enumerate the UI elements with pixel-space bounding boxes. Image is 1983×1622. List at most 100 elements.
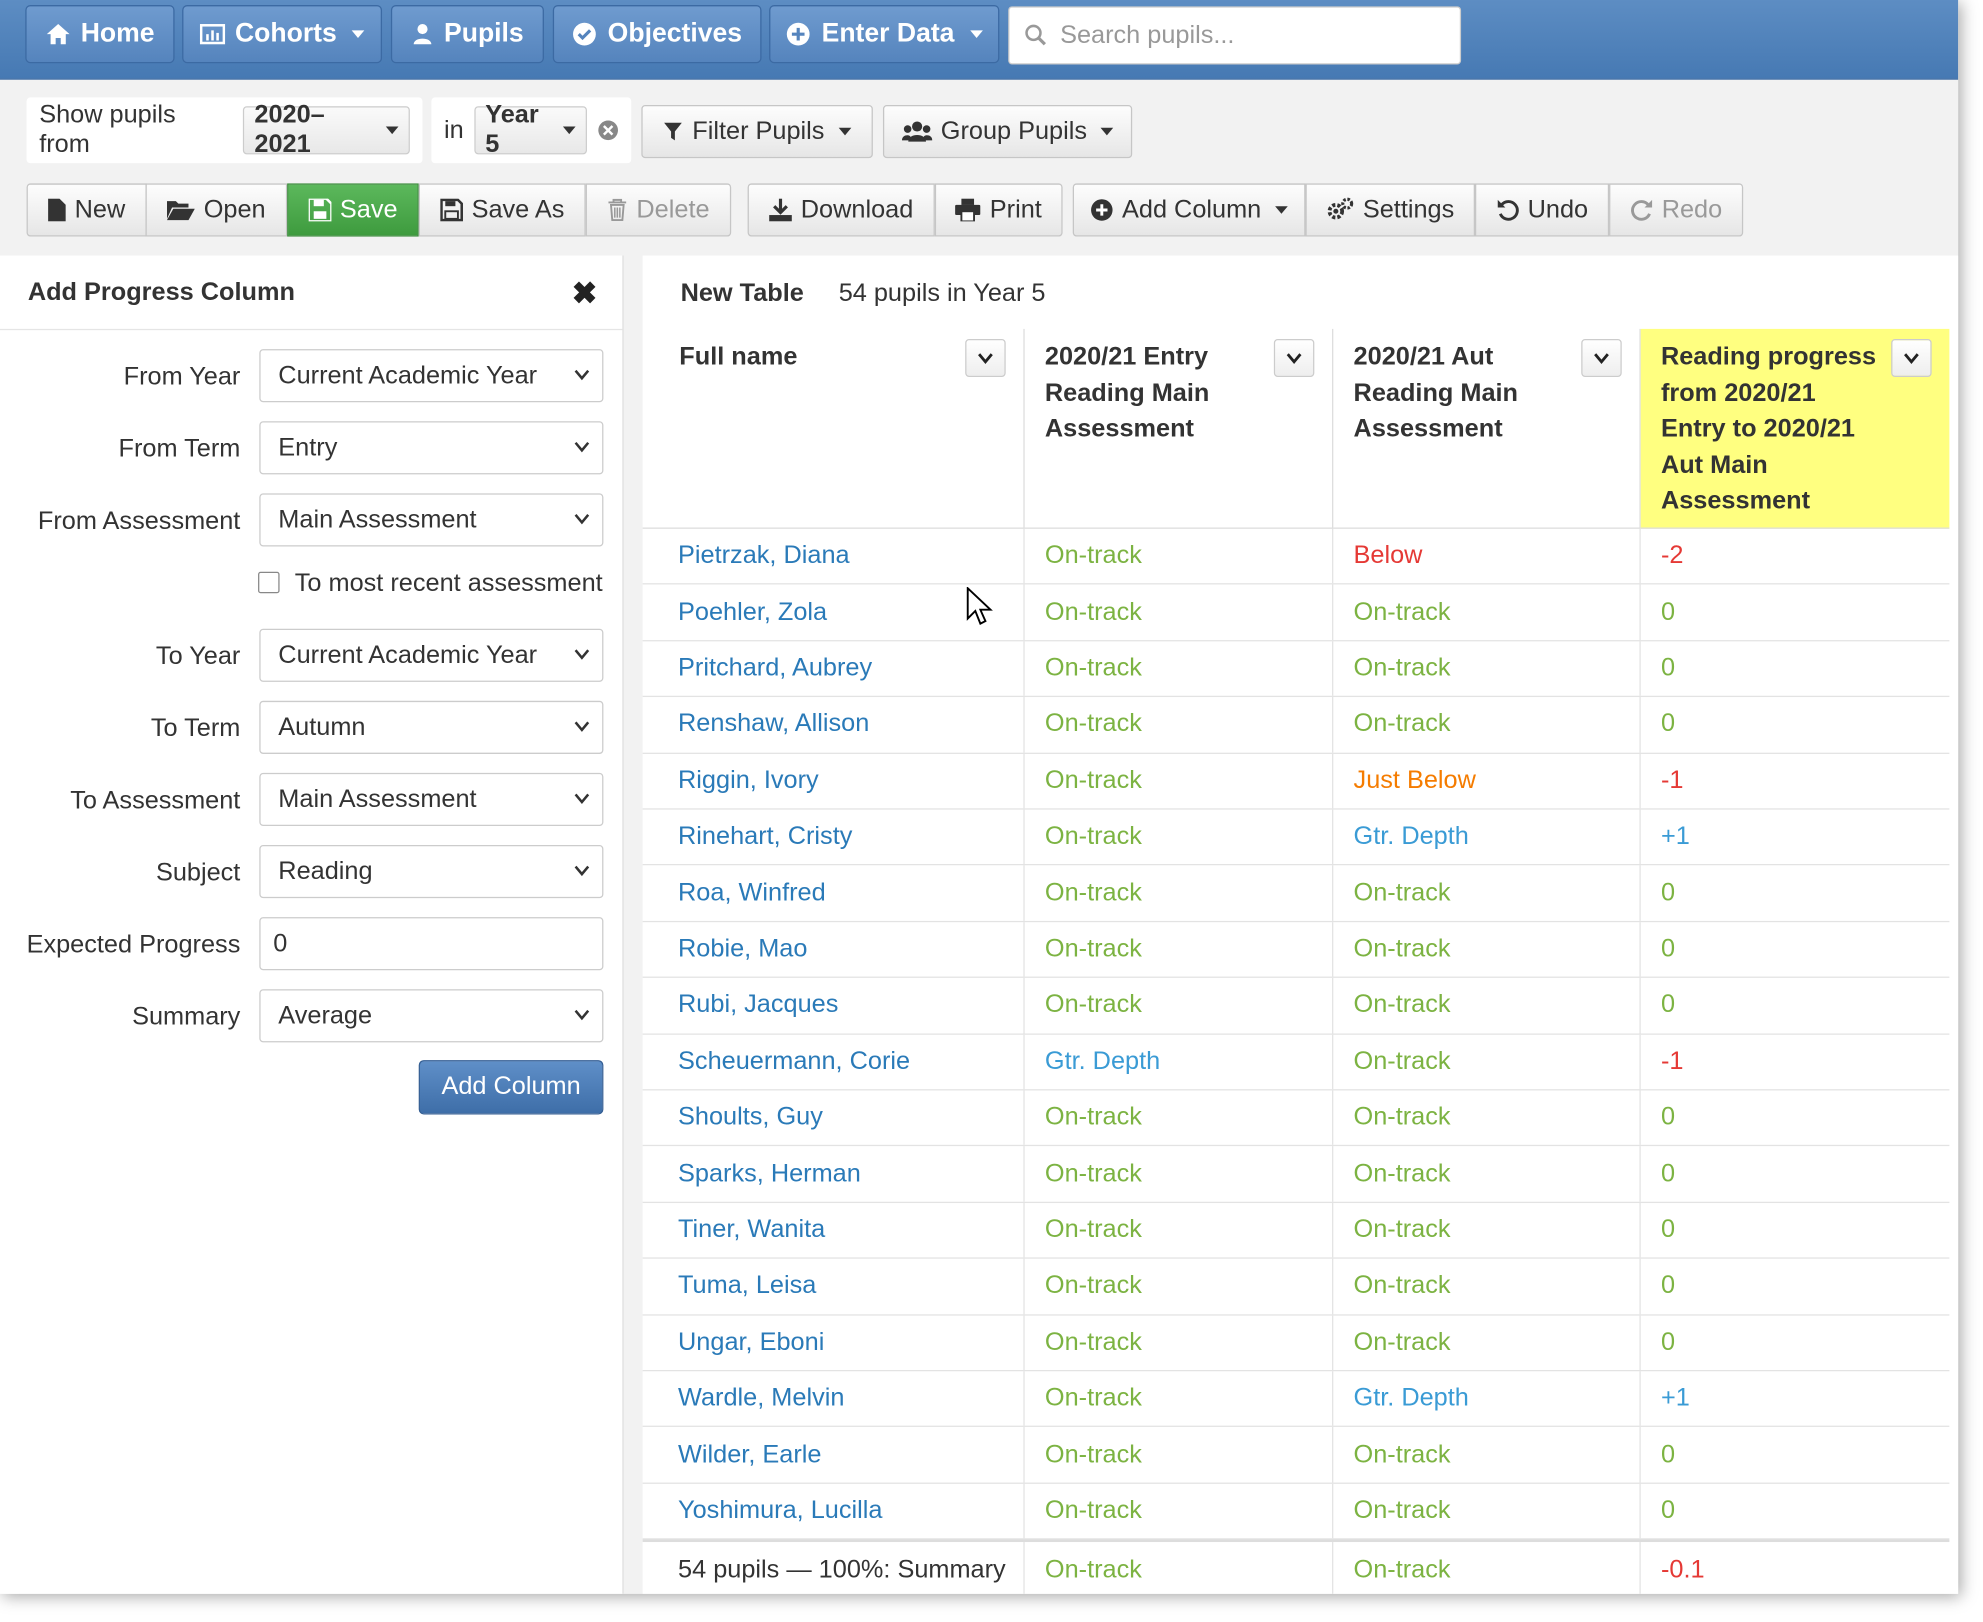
from-year-select[interactable]: Current Academic Year <box>259 349 604 403</box>
column-menu-button[interactable] <box>1581 339 1622 377</box>
year-range-select[interactable]: 2020–2021 <box>243 101 410 158</box>
entry-status-cell: On-track <box>1025 1202 1334 1258</box>
subject-select[interactable]: Reading <box>259 845 604 899</box>
floppy-disk-icon <box>439 198 463 222</box>
progress-cell-text: 0 <box>1660 878 1676 907</box>
progress-cell: 0 <box>1641 1203 1950 1258</box>
pupil-name-link[interactable]: Sparks, Herman <box>643 1146 1025 1202</box>
save-as-button[interactable]: Save As <box>418 183 586 237</box>
expected-progress-input[interactable]: 0 <box>259 917 604 971</box>
aut-status-cell: On-track <box>1333 1483 1641 1539</box>
column-menu-button[interactable] <box>965 339 1006 377</box>
year-group-select[interactable]: Year 5 <box>473 101 587 158</box>
pupil-name-link[interactable]: Tiner, Wanita <box>643 1202 1025 1258</box>
pupil-name-link[interactable]: Pietrzak, Diana <box>643 528 1025 584</box>
nav-objectives-button[interactable]: Objectives <box>552 5 762 64</box>
close-icon[interactable]: ✖ <box>572 276 597 313</box>
entry-status-cell-text: On-track <box>1044 1159 1142 1188</box>
check-circle-icon <box>573 22 597 46</box>
to-assessment-select[interactable]: Main Assessment <box>259 772 604 827</box>
pupil-name-link[interactable]: Yoshimura, Lucilla <box>643 1483 1025 1539</box>
chevron-down-icon <box>574 1009 590 1021</box>
filter-pupils-button[interactable]: Filter Pupils <box>641 104 873 159</box>
group-pupils-button[interactable]: Group Pupils <box>882 104 1133 159</box>
aut-status-cell: On-track <box>1333 921 1641 977</box>
progress-cell: -1 <box>1641 1034 1950 1089</box>
add-column-button[interactable]: Add Column <box>1072 183 1306 237</box>
settings-button[interactable]: Settings <box>1305 183 1475 237</box>
aut-status-cell: Below <box>1333 528 1641 584</box>
entry-status-cell: On-track <box>1025 865 1334 921</box>
chevron-down-icon <box>574 369 590 381</box>
search-input[interactable] <box>1057 19 1443 52</box>
table-row: Ungar, Eboni On-track On-track 0 <box>642 1315 1950 1372</box>
pupil-name-link[interactable]: Pritchard, Aubrey <box>643 641 1025 696</box>
print-button[interactable]: Print <box>934 183 1063 237</box>
nav-enter-data-button[interactable]: Enter Data <box>769 5 1000 64</box>
most-recent-checkbox[interactable] <box>258 571 280 594</box>
pupil-name-link[interactable]: Scheuermann, Corie <box>643 1034 1025 1090</box>
pupil-name-link[interactable]: Rinehart, Cristy <box>643 809 1025 865</box>
to-term-select[interactable]: Autumn <box>259 700 604 754</box>
undo-button[interactable]: Undo <box>1474 183 1610 237</box>
pupil-name-link[interactable]: Ungar, Eboni <box>643 1315 1025 1370</box>
year-group-value: Year 5 <box>485 101 539 159</box>
to-year-label: To Year <box>155 642 241 671</box>
delete-button[interactable]: Delete <box>585 183 732 237</box>
pupil-name-link[interactable]: Tuma, Leisa <box>643 1258 1025 1314</box>
filter-icon <box>664 122 683 141</box>
open-button[interactable]: Open <box>145 183 288 237</box>
summary-progress-cell-text: -0.1 <box>1660 1556 1705 1585</box>
progress-cell-text: 0 <box>1660 1215 1676 1244</box>
pupil-name-link[interactable]: Rubi, Jacques <box>643 978 1025 1033</box>
aut-status-cell: On-track <box>1333 1146 1641 1202</box>
column-menu-button[interactable] <box>1273 339 1315 377</box>
chevron-down-icon <box>978 353 993 364</box>
entry-status-cell-text: On-track <box>1044 597 1142 626</box>
nav-cohorts-button[interactable]: Cohorts <box>182 5 383 64</box>
from-assessment-select[interactable]: Main Assessment <box>259 493 604 547</box>
add-column-submit-button[interactable]: Add Column <box>418 1060 604 1115</box>
column-header-entry: 2020/21 Entry Reading Main Assessment <box>1024 328 1334 529</box>
nav-pupils-button[interactable]: Pupils <box>390 5 544 64</box>
to-year-select[interactable]: Current Academic Year <box>259 628 604 682</box>
summary-select[interactable]: Average <box>259 989 604 1043</box>
pupil-name-link-text: Wardle, Melvin <box>678 1384 845 1412</box>
nav-home-button[interactable]: Home <box>25 5 175 64</box>
progress-cell: -1 <box>1641 753 1950 808</box>
pupil-name-link-text: Wilder, Earle <box>678 1440 822 1469</box>
nav-enter-data-label: Enter Data <box>821 18 955 49</box>
column-menu-button[interactable] <box>1891 339 1932 377</box>
summary-label-cell: 54 pupils — 100%: Summary <box>643 1542 1025 1594</box>
chevron-down-icon <box>574 649 590 660</box>
aut-status-cell: On-track <box>1333 1315 1641 1370</box>
pupil-name-link[interactable]: Riggin, Ivory <box>643 753 1025 809</box>
entry-status-cell: On-track <box>1025 753 1334 809</box>
new-button[interactable]: New <box>26 183 147 237</box>
pupil-name-link[interactable]: Wardle, Melvin <box>643 1371 1025 1427</box>
aut-status-cell-text: On-track <box>1353 878 1451 907</box>
entry-status-cell-text: On-track <box>1044 822 1142 851</box>
table-row: Robie, Mao On-track On-track 0 <box>642 921 1950 979</box>
redo-button[interactable]: Redo <box>1609 183 1744 237</box>
panel-header: Add Progress Column ✖ <box>0 256 623 331</box>
clear-icon[interactable] <box>596 119 618 142</box>
table-row: Wilder, Earle On-track On-track 0 <box>642 1427 1950 1484</box>
entry-status-cell: On-track <box>1025 809 1334 865</box>
pupil-name-link[interactable]: Wilder, Earle <box>643 1427 1025 1483</box>
entry-status-cell: Gtr. Depth <box>1025 1034 1334 1090</box>
save-button[interactable]: Save <box>287 183 419 237</box>
chevron-down-icon <box>574 865 590 877</box>
column-header-label: 2020/21 Aut Reading Main Assessment <box>1353 342 1519 443</box>
pupil-name-link[interactable]: Roa, Winfred <box>643 865 1025 921</box>
download-button[interactable]: Download <box>747 183 935 237</box>
pupil-name-link[interactable]: Robie, Mao <box>643 921 1025 977</box>
entry-status-cell-text: On-track <box>1044 1271 1142 1300</box>
pupil-name-link[interactable]: Renshaw, Allison <box>643 697 1025 753</box>
pupil-name-link[interactable]: Shoults, Guy <box>643 1090 1025 1146</box>
aut-status-cell-text: On-track <box>1353 653 1451 682</box>
from-term-select[interactable]: Entry <box>259 421 604 475</box>
table-subtitle: 54 pupils in Year 5 <box>838 279 1046 308</box>
entry-status-cell-text: On-track <box>1044 990 1142 1019</box>
table-row: Poehler, Zola On-track On-track 0 <box>642 584 1950 642</box>
